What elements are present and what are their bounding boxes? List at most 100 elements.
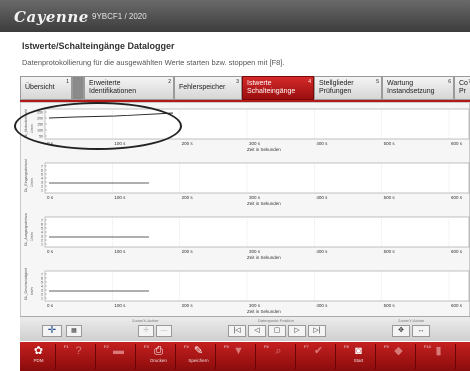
datapoint-label: Datenpunkt Position (258, 318, 294, 323)
next-point-button[interactable]: ▷ (288, 325, 306, 337)
y-axis-unit: 1/min (30, 124, 34, 133)
zoom-in-x-button[interactable]: ✛ (138, 325, 154, 337)
control-bar: ✛ ▦ Zoom/X-Achse ✛ — Datenpunkt Position… (20, 316, 470, 341)
save-button[interactable]: F4 ✎ Speichern (182, 344, 216, 369)
tab-label: Übersicht (25, 84, 55, 91)
tab-label-line2: Instandsetzung (387, 88, 435, 95)
tab-label: Wartung (387, 80, 414, 87)
search-button[interactable]: F6 ⌕ (262, 344, 296, 369)
tab-maintenance[interactable]: 6 Wartung Instandsetzung (382, 76, 454, 100)
tab-number: 2 (168, 79, 171, 85)
y-tick-label: 150 (37, 123, 43, 127)
plot-area (44, 108, 470, 140)
y-tick-label: 100 (37, 129, 43, 133)
center-point-button[interactable]: ▢ (268, 325, 286, 337)
chart-1[interactable]: 0 s 100 s 200 s 300 s 400 s 500 s 600 s Zeit in… (21, 105, 470, 158)
zoom-y-move-button[interactable]: ✥ (392, 325, 410, 337)
function-key-number: F3 (144, 344, 149, 349)
x-tick-label: 0 s (47, 195, 54, 200)
chart-svg: 0 s 100 s 200 s 300 s 400 s 500 s 600 s Zeit in… (24, 213, 470, 260)
chart-svg: 0 s 100 s 200 s 300 s 400 s 500 s 600 s Zeit in… (24, 108, 470, 152)
filter-button[interactable]: F5 ▼ (222, 344, 256, 369)
grid-button[interactable]: ▦ (66, 325, 82, 337)
tab-label: Stellglieder (319, 80, 354, 87)
function-key-number: F6 (264, 344, 269, 349)
info-button[interactable]: F2 ▬ (102, 344, 136, 369)
x-tick-label: 100 s (114, 141, 126, 146)
tab-extended-identifications[interactable]: 2 Erweiterte Identifikationen (84, 76, 174, 100)
tab-number: 6 (448, 79, 451, 85)
tab-label: Erweiterte (89, 80, 121, 87)
function-key-label: Start (353, 358, 364, 363)
x-tick-label: 400 s (316, 303, 328, 308)
function-key-number: F4 (184, 344, 189, 349)
y-tick-label: 250 (37, 111, 43, 115)
y-axis-label: DL_Ausgangsdrehzahl (24, 213, 28, 246)
chart-3[interactable]: 0 s 100 s 200 s 300 s 400 s 500 s 600 s Zeit in… (21, 213, 470, 266)
x-tick-label: 300 s (249, 249, 261, 254)
x-axis-label: Zeit in Sekunden (247, 147, 281, 152)
x-tick-label: 0 s (47, 141, 54, 146)
function-key-number: F8 (344, 344, 349, 349)
zoom-x-label: Zoom/X-Achse (132, 318, 159, 323)
tab-actual-values[interactable]: 4 Istwerte Schalteingänge (242, 76, 314, 100)
x-tick-label: 600 s (451, 195, 463, 200)
first-point-button[interactable]: |◁ (228, 325, 246, 337)
tab-fault-memory[interactable]: 3 Fehlerspeicher (174, 76, 242, 100)
end-button[interactable]: F10 ▮ (422, 344, 456, 369)
function-key-number: F10 (424, 344, 431, 349)
tab-number: 3 (236, 79, 239, 85)
x-tick-label: 200 s (182, 195, 194, 200)
tab-overview[interactable]: 1 Übersicht (20, 76, 72, 100)
y-axis-label: DL_Eingangsdrehzahl (24, 159, 28, 192)
x-tick-label: 500 s (384, 141, 396, 146)
chart-svg: 0 s 100 s 200 s 300 s 400 s 500 s 600 s Zeit in… (24, 159, 470, 206)
last-point-button[interactable]: ▷| (308, 325, 326, 337)
tab-coding[interactable]: 7 Co Pr (454, 76, 470, 100)
zoom-y-reset-button[interactable]: ↔ (412, 325, 430, 337)
x-tick-label: 100 s (114, 303, 126, 308)
print-button[interactable]: F3 ⎙ Drucken (142, 344, 176, 369)
chart-4[interactable]: 0 s 100 s 200 s 300 s 400 s 500 s 600 s Zeit in… (21, 267, 470, 320)
x-tick-label: 300 s (249, 141, 261, 146)
datalogger-panel: 0 s 100 s 200 s 300 s 400 s 500 s 600 s Zeit in… (20, 102, 470, 320)
check-button[interactable]: F7 ✔ (302, 344, 336, 369)
page-title: Istwerte/Schalteingänge Datalogger (22, 41, 175, 51)
function-key-number: F1 (64, 344, 69, 349)
function-key-label: Speichern (188, 358, 209, 363)
tab-number: 1 (66, 79, 69, 85)
pdm-icon: ✿ (33, 345, 44, 357)
y-tick-label: 1 (41, 189, 43, 193)
y-axis-unit: 1/min (30, 232, 34, 241)
x-tick-label: 200 s (182, 249, 194, 254)
x-tick-label: 400 s (316, 141, 328, 146)
prev-point-button[interactable]: ◁ (248, 325, 266, 337)
zoom-out-x-button[interactable]: — (156, 325, 172, 337)
tab-label: Fehlerspeicher (179, 84, 226, 91)
top-bar: Cayenne 9YBCF1 / 2020 (0, 0, 470, 32)
tab-label-line2: Identifikationen (89, 88, 137, 95)
chart-2[interactable]: 0 s 100 s 200 s 300 s 400 s 500 s 600 s Zeit in… (21, 159, 470, 212)
function-key-bar: ✿ PDM F1? F2 ▬ F3 ⎙ Drucken F4 ✎ Speichern F5 ▼ F6 ⌕ F7… (20, 342, 470, 371)
x-axis-label: Zeit in Sekunden (247, 309, 281, 314)
function-key-label: Drucken (150, 358, 167, 363)
x-axis-label: Zeit in Sekunden (247, 255, 281, 260)
crosshair-button[interactable]: ✛ (42, 325, 62, 337)
y-axis-label: DL_Geschwindigkeit (24, 268, 28, 300)
y-tick-label: 50 (39, 135, 43, 139)
function-key-label: PDM (33, 358, 44, 363)
flag-button[interactable]: F9 ◆ (382, 344, 416, 369)
tab-label: Istwerte (247, 80, 272, 87)
app-window: Cayenne 9YBCF1 / 2020 Istwerte/Schaltein… (0, 0, 470, 371)
pdm-button[interactable]: ✿ PDM (22, 344, 56, 369)
start-button[interactable]: F8 ◙ Start (342, 344, 376, 369)
help-button[interactable]: F1? (62, 344, 96, 369)
plot-area (44, 162, 470, 194)
x-tick-label: 500 s (384, 249, 396, 254)
tab-actuator-tests[interactable]: 5 Stellglieder Prüfungen (314, 76, 382, 100)
function-key-number: F7 (304, 344, 309, 349)
chart-svg: 0 s 100 s 200 s 300 s 400 s 500 s 600 s Zeit in… (24, 268, 470, 314)
x-tick-label: 300 s (249, 303, 261, 308)
page-subtitle: Datenprotokollierung für die ausgewählte… (22, 58, 285, 67)
brand-logo: Cayenne (14, 8, 89, 26)
